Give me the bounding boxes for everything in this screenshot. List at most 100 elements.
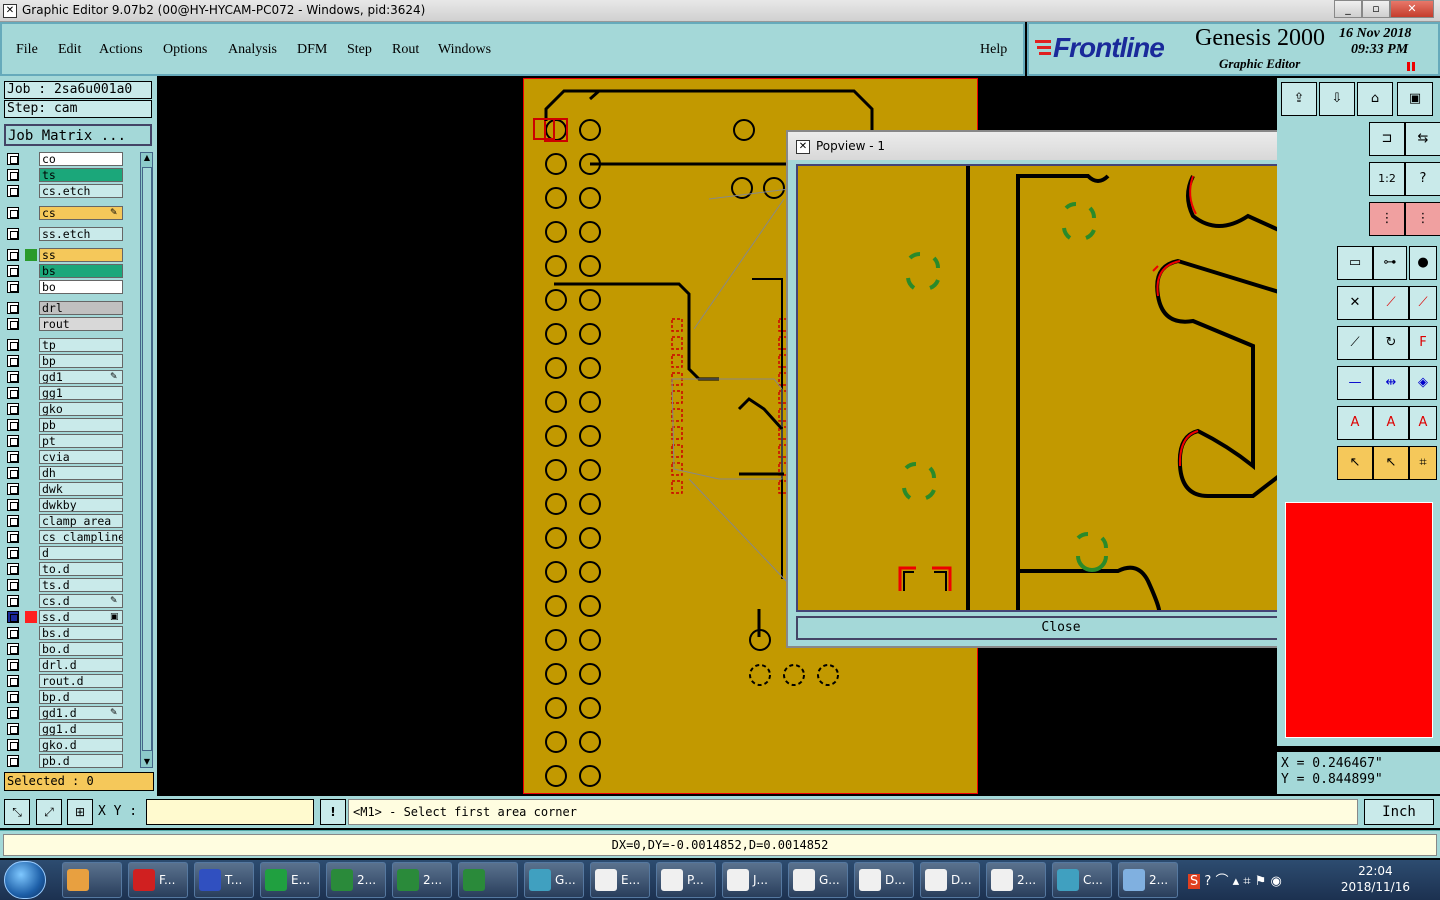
layer-name[interactable]: rout.d xyxy=(39,674,123,688)
layer-row[interactable]: rout.d xyxy=(4,674,124,689)
tool-ff-icon[interactable]: F xyxy=(1409,326,1437,360)
scroll-up-icon[interactable]: ▲ xyxy=(142,153,152,163)
layer-checkbox[interactable] xyxy=(7,691,19,703)
tool-fit-icon[interactable]: ⇹ xyxy=(1373,366,1409,400)
layer-row[interactable]: bp xyxy=(4,354,124,369)
layer-checkbox[interactable] xyxy=(7,281,19,293)
zoom-fit-icon[interactable]: ⤢ xyxy=(36,799,62,825)
menu-options[interactable]: Options xyxy=(163,42,207,58)
tool-swap-icon[interactable]: ⇆ xyxy=(1405,122,1440,156)
layer-checkbox[interactable] xyxy=(7,595,19,607)
menu-actions[interactable]: Actions xyxy=(99,42,143,58)
unit-toggle-button[interactable]: Inch xyxy=(1364,799,1434,825)
layer-checkbox[interactable] xyxy=(7,467,19,479)
layer-row[interactable]: cs.d ✎ xyxy=(4,594,124,609)
tool-a-icon[interactable]: A xyxy=(1337,406,1373,440)
layer-row[interactable]: gg1 xyxy=(4,386,124,401)
layer-name[interactable]: drl xyxy=(39,301,123,315)
layer-row[interactable]: pb.d xyxy=(4,754,124,769)
menu-dfm[interactable]: DFM xyxy=(297,42,327,58)
layer-name[interactable]: bp xyxy=(39,354,123,368)
tool-scale-icon[interactable]: 1:2 xyxy=(1369,162,1405,196)
grid-icon[interactable]: ⊞ xyxy=(67,799,93,825)
tool-upload-icon[interactable]: ⇪ xyxy=(1281,82,1317,116)
layer-row[interactable]: bs.d xyxy=(4,626,124,641)
layer-row[interactable]: bo.d xyxy=(4,642,124,657)
layer-checkbox[interactable] xyxy=(7,207,19,219)
taskbar-button[interactable]: C... xyxy=(1052,862,1112,898)
layer-checkbox[interactable] xyxy=(7,675,19,687)
popview-canvas[interactable] xyxy=(796,164,1290,612)
globe-tray-icon[interactable]: ◉ xyxy=(1271,874,1282,889)
layer-name[interactable]: dwkby xyxy=(39,498,123,512)
layer-row[interactable]: dh xyxy=(4,466,124,481)
layer-checkbox[interactable] xyxy=(7,451,19,463)
tool-line-icon[interactable]: ⟋ xyxy=(1373,286,1409,320)
layer-checkbox[interactable] xyxy=(7,627,19,639)
taskbar-button[interactable]: P... xyxy=(656,862,716,898)
tool-cut-icon[interactable]: ✕ xyxy=(1337,286,1373,320)
minimap[interactable] xyxy=(1277,496,1440,746)
tool-a-arrows-icon[interactable]: A xyxy=(1409,406,1437,440)
layer-scrollbar[interactable]: ▲ ▼ xyxy=(140,152,153,768)
layer-checkbox[interactable] xyxy=(7,249,19,261)
tool-dash-icon[interactable]: — xyxy=(1337,366,1373,400)
taskbar-button[interactable]: 2... xyxy=(1118,862,1178,898)
tool-window-icon[interactable]: ▣ xyxy=(1397,82,1433,116)
layer-row[interactable]: gg1.d xyxy=(4,722,124,737)
minimap-view[interactable] xyxy=(1285,502,1433,738)
layer-name[interactable]: to.d xyxy=(39,562,123,576)
layer-checkbox[interactable] xyxy=(7,483,19,495)
layer-name[interactable]: ss xyxy=(39,248,123,262)
layer-row[interactable]: drl.d xyxy=(4,658,124,673)
layer-name[interactable]: co xyxy=(39,152,123,166)
layer-checkbox[interactable] xyxy=(7,185,19,197)
tool-snap-alt-icon[interactable]: ⋮ xyxy=(1405,202,1440,236)
layer-checkbox[interactable] xyxy=(7,659,19,671)
layer-name[interactable]: gg1.d xyxy=(39,722,123,736)
layer-row[interactable]: pb xyxy=(4,418,124,433)
layer-row[interactable]: ss.d ▣ xyxy=(4,610,124,625)
tool-a-up-icon[interactable]: A xyxy=(1373,406,1409,440)
layer-name[interactable]: bs xyxy=(39,264,123,278)
tool-arc-icon[interactable]: ↻ xyxy=(1373,326,1409,360)
layer-row[interactable]: ss xyxy=(4,248,124,263)
tool-ruler-icon[interactable]: ▭ xyxy=(1337,246,1373,280)
menu-analysis[interactable]: Analysis xyxy=(228,42,277,58)
taskbar-button[interactable]: D... xyxy=(920,862,980,898)
taskbar-button[interactable]: 2... xyxy=(986,862,1046,898)
taskbar-button[interactable]: 2... xyxy=(326,862,386,898)
menu-rout[interactable]: Rout xyxy=(392,42,419,58)
flag-tray-icon[interactable]: ⚑ xyxy=(1255,874,1267,889)
layer-name[interactable]: bp.d xyxy=(39,690,123,704)
tool-flip-icon[interactable]: ⊐ xyxy=(1369,122,1405,156)
job-matrix-button[interactable]: Job Matrix ... xyxy=(4,124,152,146)
layer-checkbox[interactable] xyxy=(7,723,19,735)
taskbar-clock[interactable]: 22:04 2018/11/16 xyxy=(1341,863,1410,895)
layer-name[interactable]: clamp_area xyxy=(39,514,123,528)
tool-snap-red-icon[interactable]: ⋮ xyxy=(1369,202,1405,236)
layer-row[interactable]: dwkby xyxy=(4,498,124,513)
layer-row[interactable]: to.d xyxy=(4,562,124,577)
menu-windows[interactable]: Windows xyxy=(438,42,491,58)
layer-checkbox[interactable] xyxy=(7,611,19,623)
layer-name[interactable]: ts.d xyxy=(39,578,123,592)
layer-row[interactable]: gd1 ✎ xyxy=(4,370,124,385)
layer-checkbox[interactable] xyxy=(7,739,19,751)
taskbar-button[interactable]: D... xyxy=(854,862,914,898)
layer-name[interactable]: pb.d xyxy=(39,754,123,768)
menu-file[interactable]: File xyxy=(16,42,38,58)
layer-checkbox[interactable] xyxy=(7,302,19,314)
layer-checkbox[interactable] xyxy=(7,355,19,367)
crop-tray-icon[interactable]: ⌗ xyxy=(1243,874,1250,889)
taskbar-button[interactable] xyxy=(62,862,122,898)
scroll-down-icon[interactable]: ▼ xyxy=(142,757,152,767)
taskbar-button[interactable]: G... xyxy=(788,862,848,898)
layer-name[interactable]: gko xyxy=(39,402,123,416)
layer-name[interactable]: cvia xyxy=(39,450,123,464)
layer-name[interactable]: drl.d xyxy=(39,658,123,672)
layer-name[interactable]: rout xyxy=(39,317,123,331)
tray-expand-icon[interactable]: ▴ xyxy=(1233,874,1240,889)
taskbar-button[interactable]: 2... xyxy=(392,862,452,898)
layer-checkbox[interactable] xyxy=(7,339,19,351)
